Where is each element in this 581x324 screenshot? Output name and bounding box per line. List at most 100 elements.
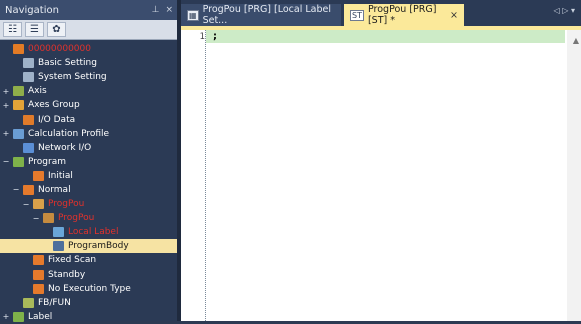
tree-item[interactable]: Fixed Scan [0,253,177,267]
tree-node-icon [33,199,44,210]
tree-item-label: Fixed Scan [48,255,97,266]
tree-node-icon [43,213,54,224]
tab-scroll-controls[interactable]: ◁ ▷ ▾ [554,6,575,15]
tree-item[interactable]: + Axes Group [0,98,177,112]
expand-toggle-icon[interactable]: − [2,157,10,166]
close-icon[interactable]: × [165,5,173,15]
pin-icon[interactable]: ⊥ [152,5,160,15]
tab-local-label-settings[interactable]: ▦ ProgPou [PRG] [Local Label Set... [181,4,341,26]
tree-item[interactable]: − ProgPou [0,197,177,211]
tab-close-icon[interactable]: × [450,10,458,21]
tree-item-label: Axes Group [28,100,80,111]
list-view-icon[interactable]: ☰ [25,22,44,37]
tree-node-icon [13,86,24,97]
tree-item[interactable]: System Setting [0,70,177,84]
tree-node-icon [53,241,64,252]
navigation-panel: Navigation ⊥ × ☷ ☰ ✿ 00000000000 Basic Se… [0,0,177,324]
tree-node-icon [23,142,34,153]
tree-node-icon [23,58,34,69]
line-gutter: 1 [181,30,205,321]
tree-item-label: Label [28,311,53,322]
tab-label: ProgPou [PRG] [ST] * [367,4,437,26]
tree-node-icon [23,184,34,195]
vertical-scrollbar[interactable]: ▲ [567,30,581,321]
tree-node-icon [13,156,24,167]
expand-toggle-icon[interactable]: + [2,129,10,138]
tree-item[interactable]: FB/FUN [0,296,177,310]
tree-item[interactable]: − Program [0,155,177,169]
tree-node-icon [13,100,24,111]
tree-item[interactable]: + Axis [0,84,177,98]
expand-toggle-icon[interactable]: + [2,312,10,321]
tree-item[interactable]: Local Label [0,225,177,239]
tree-item-label: I/O Data [38,114,76,125]
navigation-title: Navigation [5,4,59,16]
tree-item-label: ProgramBody [68,241,129,252]
navigation-header: Navigation ⊥ × [0,0,177,20]
code-text[interactable]: ; [213,31,217,42]
current-line-highlight [206,30,565,43]
code-editor[interactable]: 1 ; ▲ [181,30,581,321]
tree-node-icon [23,114,34,125]
tree-item-label: No Execution Type [48,283,131,294]
tree-item-label: Normal [38,184,71,195]
tree-item-label: Program [28,156,66,167]
tree-node-icon [33,170,44,181]
tab-program-st[interactable]: ST ProgPou [PRG] [ST] * × [344,4,464,26]
tree-item[interactable]: Initial [0,169,177,183]
tree-item[interactable]: Standby [0,268,177,282]
expand-toggle-icon[interactable]: − [32,214,40,223]
tree-item[interactable]: + Calculation Profile [0,127,177,141]
tree-item[interactable]: No Execution Type [0,282,177,296]
expand-toggle-icon[interactable]: − [12,185,20,194]
indent-guide [205,30,207,321]
tree-item[interactable]: I/O Data [0,112,177,126]
tree-item-label: Calculation Profile [28,128,110,139]
tree-item-label: ProgPou [58,213,95,224]
tree-item[interactable]: Network I/O [0,141,177,155]
st-icon: ST [350,9,364,21]
tree-item[interactable]: + Label [0,310,177,324]
project-tree: 00000000000 Basic Setting System Setting + A… [0,40,177,324]
tree-node-icon [13,311,24,322]
tree-item-label: Network I/O [38,142,92,153]
tree-item[interactable]: Basic Setting [0,56,177,70]
tree-node-icon [53,227,64,238]
tree-item-label: ProgPou [48,199,85,210]
expand-toggle-icon[interactable]: − [22,200,30,209]
tree-node-icon [23,297,34,308]
tree-node-icon [33,255,44,266]
tree-item-label: Initial [48,170,73,181]
expand-toggle-icon[interactable]: + [2,101,10,110]
tree-item-label: System Setting [38,72,107,83]
tree-node-icon [33,269,44,280]
tree-node-icon [13,44,24,55]
tree-item[interactable]: 00000000000 [0,42,177,56]
tree-item[interactable]: ProgramBody [0,239,177,254]
tree-item[interactable]: − Normal [0,183,177,197]
tree-item-label: FB/FUN [38,297,71,308]
tree-item-label: Local Label [68,227,119,238]
settings-gear-icon[interactable]: ✿ [47,22,66,37]
tree-item-label: Axis [28,86,47,97]
tree-node-icon [13,128,24,139]
tree-item[interactable]: − ProgPou [0,211,177,225]
view-mode-icon[interactable]: ☷ [3,22,22,37]
tree-item-label: Basic Setting [38,58,97,69]
expand-toggle-icon[interactable]: + [2,87,10,96]
scroll-up-icon[interactable]: ▲ [573,36,579,45]
tab-label: ProgPou [PRG] [Local Label Set... [202,4,332,26]
navigation-toolbar: ☷ ☰ ✿ [0,20,177,40]
line-number: 1 [199,32,205,42]
